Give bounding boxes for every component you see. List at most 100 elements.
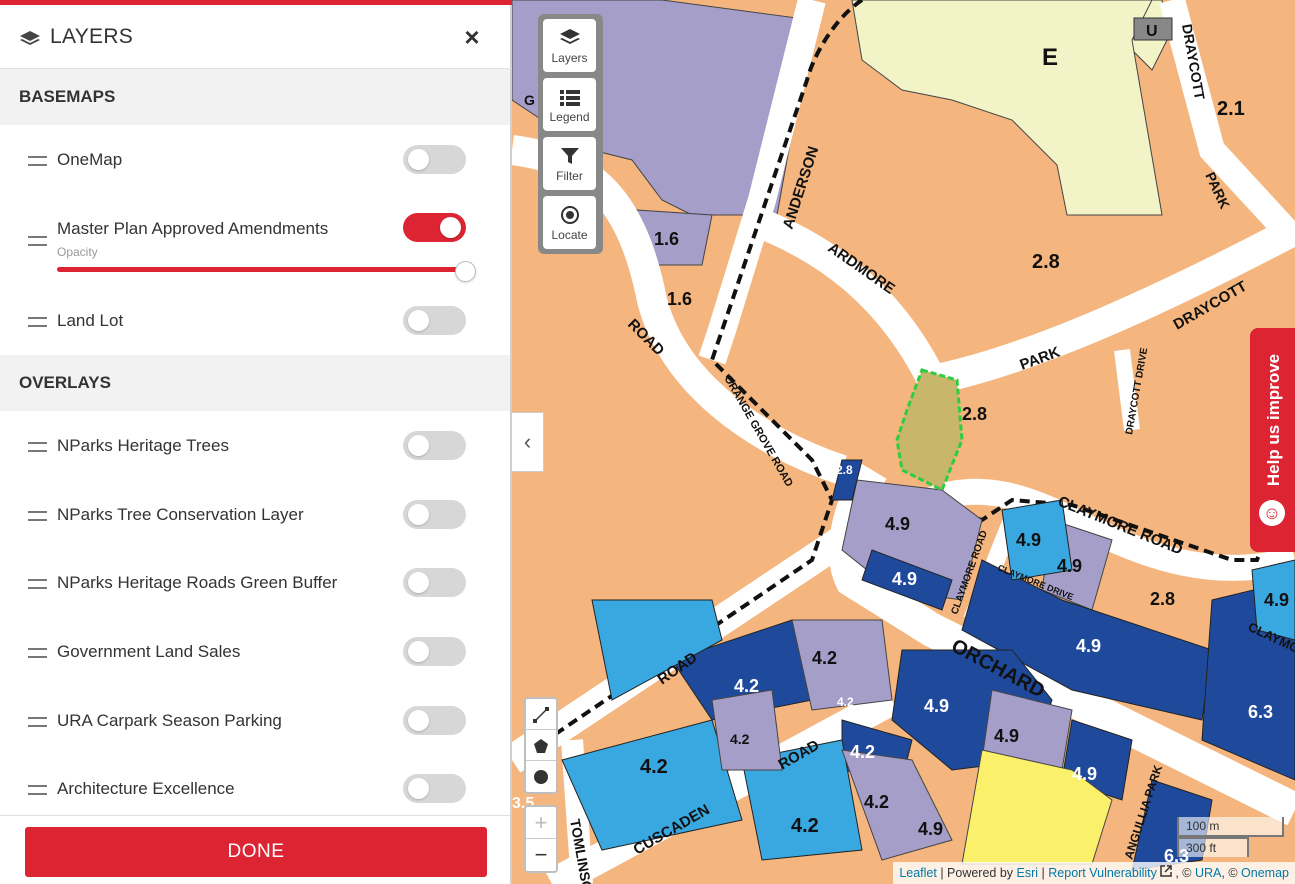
- layer-row-tree-conservation: NParks Tree Conservation Layer: [0, 485, 510, 545]
- zone-label: 4.9: [924, 696, 949, 716]
- overlays-heading: OVERLAYS: [0, 355, 510, 411]
- drag-handle-icon[interactable]: [28, 236, 47, 246]
- zoom-in-button[interactable]: +: [526, 807, 556, 839]
- zone-label: 4.2: [837, 695, 854, 709]
- filter-icon: [560, 148, 579, 164]
- zone-label: 4.9: [1057, 556, 1082, 576]
- zone-label: 4.2: [730, 731, 750, 747]
- toggle-knob: [408, 149, 429, 170]
- layers-icon: [559, 29, 580, 44]
- zone-label: 4.2: [812, 648, 837, 668]
- layers-panel: LAYERS × BASEMAPS OneMap Master Plan App…: [0, 0, 512, 884]
- toggle-government-land-sales[interactable]: [403, 637, 466, 666]
- zone-label: 1.6: [667, 289, 692, 309]
- map-control-stack: Layers Legend Filter Locate: [538, 14, 603, 254]
- toggle-heritage-trees[interactable]: [403, 431, 466, 460]
- layer-row-carpark: URA Carpark Season Parking: [0, 691, 510, 751]
- zone-label: 4.9: [892, 569, 917, 589]
- toggle-architecture[interactable]: [403, 774, 466, 803]
- drag-handle-icon[interactable]: [28, 317, 47, 327]
- attribution-text: | Powered by: [936, 866, 1017, 880]
- zone-label: 2.8: [962, 404, 987, 424]
- zone-label: 2.8: [836, 463, 853, 477]
- draw-toolbar: [524, 697, 558, 794]
- drag-handle-icon[interactable]: [28, 511, 47, 521]
- map-view[interactable]: E U 2.1 2.8 1.6 1.6 2.8 2.8 4.9 4.9 4.9 …: [512, 0, 1295, 884]
- layer-label: Government Land Sales: [57, 642, 241, 661]
- layer-row-heritage-roads: NParks Heritage Roads Green Buffer: [0, 553, 510, 613]
- zone-label: 4.9: [1072, 764, 1097, 784]
- toggle-land-lot[interactable]: [403, 306, 466, 335]
- map-layers-button[interactable]: Layers: [543, 19, 596, 72]
- report-vulnerability-link[interactable]: Report Vulnerability: [1048, 866, 1157, 880]
- drag-handle-icon[interactable]: [28, 785, 47, 795]
- zone-label: 6.3: [1248, 702, 1273, 722]
- layer-label: Master Plan Approved Amendments: [57, 219, 329, 238]
- toggle-tree-conservation[interactable]: [403, 500, 466, 529]
- zoom-out-button[interactable]: −: [526, 839, 556, 871]
- onemap-link[interactable]: Onemap: [1241, 866, 1289, 880]
- close-icon[interactable]: ×: [458, 23, 486, 51]
- draw-circle-icon[interactable]: [526, 761, 556, 792]
- drag-handle-icon[interactable]: [28, 442, 47, 452]
- toggle-knob: [408, 710, 429, 731]
- zone-label: 2.1: [1217, 98, 1245, 120]
- layer-row-onemap: OneMap: [0, 130, 510, 190]
- drag-handle-icon[interactable]: [28, 579, 47, 589]
- zone-label: E: [1042, 44, 1058, 71]
- opacity-label: Opacity: [57, 245, 98, 259]
- draw-polygon-icon[interactable]: [526, 730, 556, 761]
- zone-label: 4.2: [640, 756, 668, 778]
- layer-label: OneMap: [57, 150, 123, 169]
- opacity-slider-handle[interactable]: [455, 261, 476, 282]
- basemaps-heading: BASEMAPS: [0, 69, 510, 125]
- scale-imperial: 300 ft: [1177, 837, 1249, 857]
- drag-handle-icon[interactable]: [28, 648, 47, 658]
- zone-label: 4.2: [864, 792, 889, 812]
- zone-label: 2.8: [1032, 251, 1060, 273]
- zone-label: 4.2: [791, 815, 819, 837]
- scale-bar: 100 m 300 ft: [1177, 817, 1284, 859]
- scale-metric: 100 m: [1177, 817, 1284, 837]
- zone-label: 4.9: [1264, 590, 1289, 610]
- list-icon: [559, 90, 580, 106]
- ura-link[interactable]: URA: [1195, 866, 1221, 880]
- draw-line-icon[interactable]: [526, 699, 556, 730]
- feedback-button[interactable]: Help us improve ☺: [1250, 328, 1295, 552]
- done-button[interactable]: DONE: [25, 827, 487, 877]
- panel-title: LAYERS: [50, 25, 134, 48]
- toggle-knob: [408, 435, 429, 456]
- panel-header: LAYERS ×: [0, 5, 512, 69]
- drag-handle-icon[interactable]: [28, 717, 47, 727]
- map-filter-button[interactable]: Filter: [543, 137, 596, 190]
- leaflet-link[interactable]: Leaflet: [899, 866, 937, 880]
- toggle-knob: [408, 778, 429, 799]
- layer-label: Architecture Excellence: [57, 779, 235, 798]
- toggle-heritage-roads[interactable]: [403, 568, 466, 597]
- smile-icon: ☺: [1259, 500, 1285, 526]
- drag-handle-icon[interactable]: [28, 156, 47, 166]
- toggle-master-plan[interactable]: [403, 213, 466, 242]
- layer-row-land-lot: Land Lot: [0, 291, 510, 351]
- collapse-panel-button[interactable]: ‹: [512, 412, 544, 472]
- layer-row-government-land-sales: Government Land Sales: [0, 622, 510, 682]
- map-legend-label: Legend: [549, 110, 590, 124]
- map-attribution: Leaflet | Powered by Esri | Report Vulne…: [893, 862, 1295, 884]
- toggle-knob: [408, 572, 429, 593]
- opacity-slider-track[interactable]: [57, 267, 465, 272]
- toggle-knob: [440, 217, 461, 238]
- toggle-carpark[interactable]: [403, 706, 466, 735]
- panel-footer: DONE: [0, 815, 510, 884]
- layer-label: URA Carpark Season Parking: [57, 711, 282, 730]
- toggle-knob: [408, 310, 429, 331]
- toggle-onemap[interactable]: [403, 145, 466, 174]
- zone-label: 4.9: [1016, 530, 1041, 550]
- layers-icon: [20, 31, 40, 45]
- locate-icon: [560, 206, 579, 224]
- attribution-copy: , ©: [1221, 866, 1242, 880]
- zoning-map[interactable]: E U 2.1 2.8 1.6 1.6 2.8 2.8 4.9 4.9 4.9 …: [512, 0, 1295, 884]
- esri-link[interactable]: Esri: [1017, 866, 1039, 880]
- attribution-sep: |: [1038, 866, 1049, 880]
- map-legend-button[interactable]: Legend: [543, 78, 596, 131]
- map-locate-button[interactable]: Locate: [543, 196, 596, 249]
